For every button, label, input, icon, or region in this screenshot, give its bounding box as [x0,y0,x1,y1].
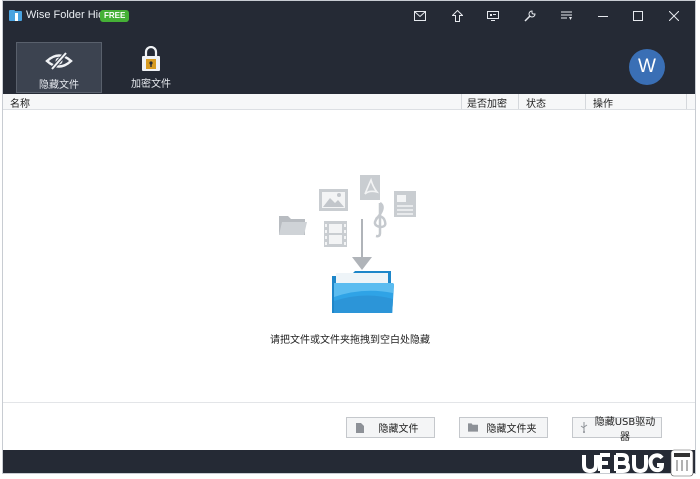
file-list-header: 名称 是否加密 状态 操作 [3,94,695,110]
close-button[interactable] [664,7,684,25]
lock-file-icon [142,46,160,71]
title-bar: Wise Folder Hider FREE [3,1,695,31]
file-icon [356,422,364,433]
mail-icon [414,11,426,21]
tab-hide-files-label: 隐藏文件 [39,80,79,91]
screen-button[interactable] [483,7,503,25]
column-header-name[interactable]: 名称 [10,95,30,110]
maximize-button[interactable] [628,7,648,25]
folder-icon [468,423,478,432]
hide-file-label: 隐藏文件 [378,424,419,435]
minimize-button[interactable] [593,7,613,25]
app-logo-icon [9,10,22,21]
menu-icon [560,11,572,20]
tools-button[interactable] [520,7,540,25]
mail-button[interactable] [410,7,430,25]
menu-button[interactable] [556,7,576,25]
minimize-icon [598,16,608,17]
column-header-status[interactable]: 状态 [526,95,546,110]
hide-folder-label: 隐藏文件夹 [486,424,537,435]
usb-icon [580,422,588,433]
close-icon [669,11,679,21]
maximize-icon [633,11,643,21]
drop-zone[interactable]: 请把文件或文件夹拖拽到空白处隐藏 [3,110,695,402]
drag-files-illustration [279,175,416,313]
free-badge: FREE [100,10,130,22]
action-footer: 隐藏文件 隐藏文件夹 隐藏USB驱动器 [3,402,695,451]
user-avatar[interactable]: W [629,49,665,85]
column-header-encrypted[interactable]: 是否加密 [467,95,507,110]
tools-icon [524,10,536,22]
screen-icon [487,11,499,21]
drop-hint-text: 请把文件或文件夹拖拽到空白处隐藏 [270,335,430,346]
upgrade-button[interactable] [447,7,467,25]
app-window: Wise Folder Hider FREE 隐藏文件 加密文件 W 名称 是否… [2,0,696,474]
site-watermark-logo [582,449,694,477]
hide-file-button[interactable]: 隐藏文件 [346,417,435,438]
tab-encrypt-files[interactable]: 加密文件 [108,42,194,93]
hide-usb-label: 隐藏USB驱动器 [594,416,656,443]
main-toolbar: 隐藏文件 加密文件 W [3,31,695,94]
tab-hide-files[interactable]: 隐藏文件 [16,42,102,93]
hide-folder-button[interactable]: 隐藏文件夹 [459,417,548,438]
column-header-actions[interactable]: 操作 [593,95,613,110]
upgrade-arrow-icon [451,10,463,22]
hide-usb-button[interactable]: 隐藏USB驱动器 [572,417,662,443]
tab-encrypt-files-label: 加密文件 [131,79,171,90]
eye-hidden-icon [45,51,73,71]
